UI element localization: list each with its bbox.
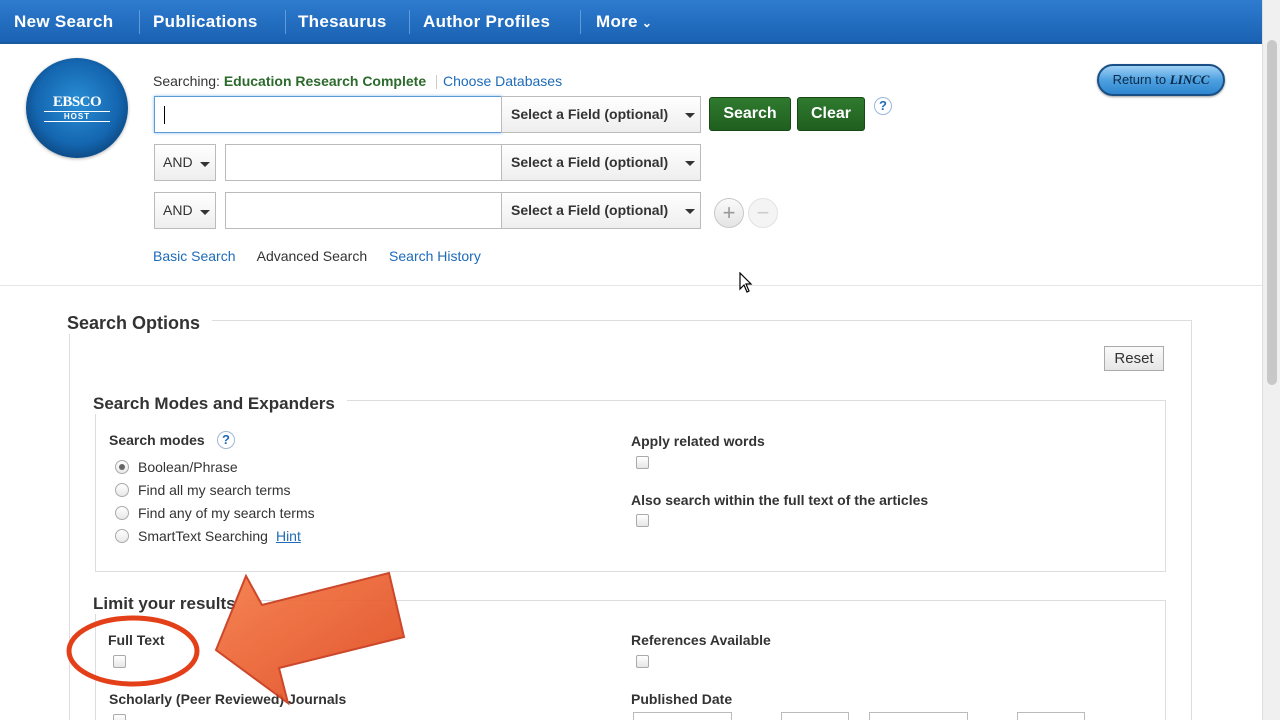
mode-label: Find all my search terms xyxy=(138,482,291,498)
radio-icon[interactable] xyxy=(115,529,129,543)
text-cursor xyxy=(164,106,165,124)
radio-icon[interactable] xyxy=(115,483,129,497)
vertical-scrollbar[interactable] xyxy=(1262,0,1280,720)
nav-thesaurus[interactable]: Thesaurus xyxy=(298,12,387,32)
add-row-button[interactable]: + xyxy=(714,198,744,228)
clear-button[interactable]: Clear xyxy=(797,97,865,131)
mouse-pointer-icon xyxy=(739,272,753,293)
nav-separator xyxy=(580,10,581,34)
published-date-label: Published Date xyxy=(631,691,733,707)
field-select-label: Select a Field (optional) xyxy=(511,154,669,170)
search-type-tabs: Basic Search Advanced Search Search Hist… xyxy=(153,248,499,264)
mode-label: Find any of my search terms xyxy=(138,505,315,521)
published-date-to-year[interactable] xyxy=(1017,712,1085,720)
full-text-search-label: Also search within the full text of the … xyxy=(631,492,929,508)
scrollbar-thumb[interactable] xyxy=(1267,40,1277,385)
operator-label: AND xyxy=(163,202,193,218)
nav-publications[interactable]: Publications xyxy=(153,12,258,32)
search-button[interactable]: Search xyxy=(709,97,791,131)
tab-search-history[interactable]: Search History xyxy=(389,248,481,264)
return-to-lincc-button[interactable]: Return to LINCC xyxy=(1097,64,1225,96)
references-available-label: References Available xyxy=(631,632,771,648)
mode-option-smarttext[interactable]: SmartText Searching Hint xyxy=(115,528,301,544)
field-select-label: Select a Field (optional) xyxy=(511,202,669,218)
nav-author-profiles[interactable]: Author Profiles xyxy=(423,12,550,32)
apply-related-words-label: Apply related words xyxy=(631,433,765,449)
nav-more[interactable]: More ⌄ xyxy=(596,12,652,32)
search-input-1[interactable] xyxy=(154,96,502,133)
search-modes-label: Search modes xyxy=(109,432,205,448)
nav-new-search[interactable]: New Search xyxy=(14,12,113,32)
database-name: Education Research Complete xyxy=(223,73,427,89)
top-nav-bar: New Search Publications Thesaurus Author… xyxy=(0,0,1262,44)
choose-databases-link[interactable]: Choose Databases xyxy=(443,73,562,89)
remove-row-button[interactable]: − xyxy=(748,198,778,228)
caret-down-icon xyxy=(685,209,695,214)
radio-icon[interactable] xyxy=(115,506,129,520)
full-text-checkbox[interactable] xyxy=(113,655,126,668)
field-select-1[interactable]: Select a Field (optional) xyxy=(501,96,701,133)
help-icon[interactable]: ? xyxy=(874,97,892,115)
operator-label: AND xyxy=(163,154,193,170)
search-options-title: Search Options xyxy=(67,313,213,334)
limit-results-title: Limit your results xyxy=(93,594,248,614)
searching-prefix: Searching: xyxy=(153,73,220,89)
help-icon[interactable]: ? xyxy=(217,431,235,449)
references-available-checkbox[interactable] xyxy=(636,655,649,668)
published-date-to-month[interactable] xyxy=(869,712,968,720)
logo-text-host: HOST xyxy=(63,112,91,121)
full-text-label: Full Text xyxy=(108,632,165,648)
boolean-operator-select-3[interactable]: AND xyxy=(154,192,216,229)
caret-down-icon xyxy=(200,210,210,215)
nav-more-label: More xyxy=(596,12,638,31)
scholarly-journals-checkbox[interactable] xyxy=(113,714,126,720)
search-modes-title: Search Modes and Expanders xyxy=(93,394,347,414)
caret-down-icon xyxy=(685,161,695,166)
divider xyxy=(0,285,1262,286)
nav-separator xyxy=(409,10,410,34)
nav-separator xyxy=(285,10,286,34)
scholarly-journals-label: Scholarly (Peer Reviewed) Journals xyxy=(109,691,347,707)
mode-label: Boolean/Phrase xyxy=(138,459,238,475)
radio-selected-icon[interactable] xyxy=(115,460,129,474)
divider xyxy=(436,75,437,90)
field-select-label: Select a Field (optional) xyxy=(511,106,669,122)
tab-basic-search[interactable]: Basic Search xyxy=(153,248,235,264)
caret-down-icon xyxy=(200,162,210,167)
return-label: Return to xyxy=(1112,72,1167,87)
apply-related-words-checkbox[interactable] xyxy=(636,456,649,469)
field-select-2[interactable]: Select a Field (optional) xyxy=(501,144,701,181)
mode-option-all-terms[interactable]: Find all my search terms xyxy=(115,482,290,498)
published-date-from-month[interactable] xyxy=(633,712,732,720)
chevron-down-icon: ⌄ xyxy=(641,16,653,30)
search-input-2[interactable] xyxy=(225,144,502,181)
searching-database-line: Searching: Education Research Complete C… xyxy=(153,73,562,90)
mode-option-boolean[interactable]: Boolean/Phrase xyxy=(115,459,238,475)
mode-label: SmartText Searching xyxy=(138,528,268,544)
reset-button[interactable]: Reset xyxy=(1104,346,1164,371)
search-input-3[interactable] xyxy=(225,192,502,229)
tab-advanced-search[interactable]: Advanced Search xyxy=(257,248,368,264)
boolean-operator-select-2[interactable]: AND xyxy=(154,144,216,181)
full-text-search-checkbox[interactable] xyxy=(636,514,649,527)
nav-separator xyxy=(139,10,140,34)
lincc-brand: LINCC xyxy=(1169,72,1210,87)
ebsco-host-logo[interactable]: EBSCO HOST xyxy=(26,58,128,158)
hint-link[interactable]: Hint xyxy=(276,528,301,544)
field-select-3[interactable]: Select a Field (optional) xyxy=(501,192,701,229)
logo-text-ebsco: EBSCO xyxy=(52,94,102,110)
caret-down-icon xyxy=(685,113,695,118)
mode-option-any-terms[interactable]: Find any of my search terms xyxy=(115,505,315,521)
published-date-from-year[interactable] xyxy=(781,712,849,720)
